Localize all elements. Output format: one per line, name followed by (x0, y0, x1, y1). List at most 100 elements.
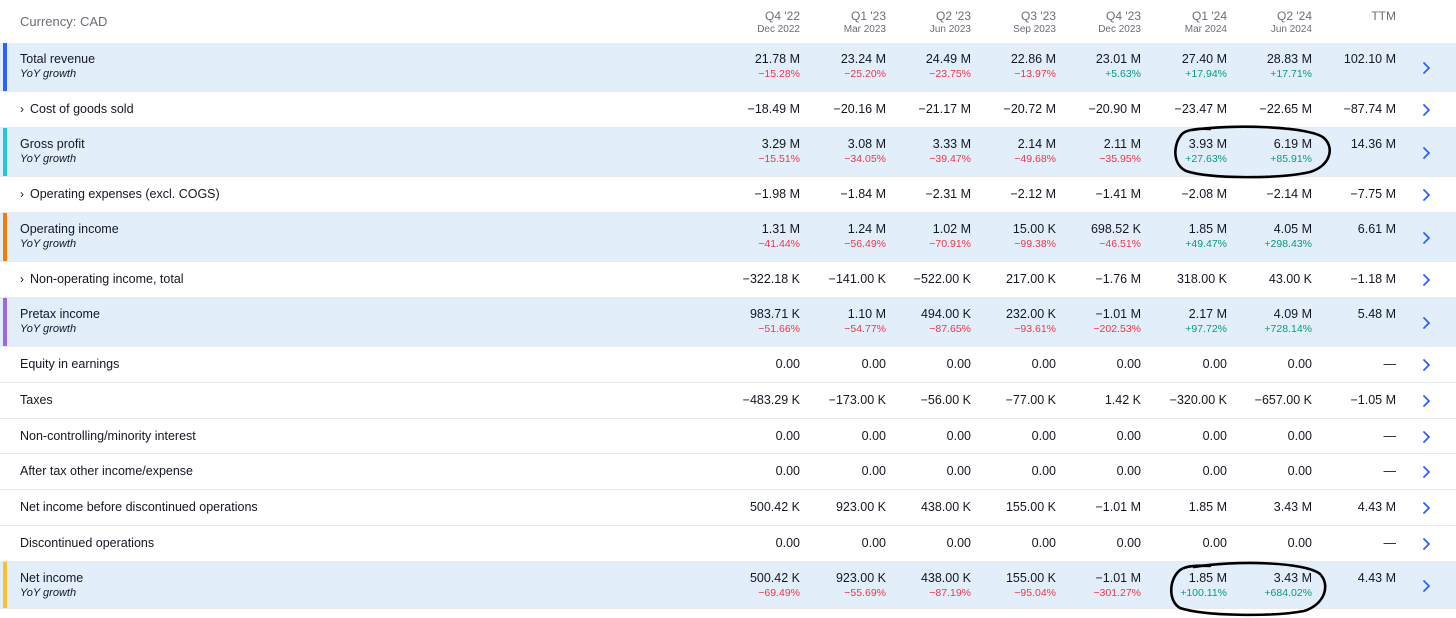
cell-value: 923.00 K (835, 500, 886, 514)
ttm-cell: — (1324, 357, 1397, 372)
cell-growth: −54.77% (844, 323, 886, 335)
cell-value: 4.05 M (1273, 222, 1312, 236)
value-cell: 0.00 (984, 464, 1056, 479)
table-row[interactable]: Gross profit YoY growth 3.29 M −15.51% 3.08 … (0, 128, 1456, 177)
cell-value: 43.00 K (1268, 272, 1312, 286)
chevron-right-icon[interactable] (1419, 231, 1433, 245)
value-cell: −18.49 M (728, 102, 800, 117)
row-accent-bar (3, 298, 7, 346)
cell-value: 0.00 (1031, 464, 1056, 478)
row-label: Taxes (20, 393, 53, 407)
value-cell: 1.02 M −70.91% (899, 222, 971, 251)
row-label[interactable]: › Non-operating income, total (20, 272, 184, 286)
cell-value: 0.00 (946, 428, 971, 443)
table-row[interactable]: After tax other income/expense 0.00 0.00 0.… (0, 454, 1456, 490)
chevron-right-icon[interactable] (1419, 188, 1433, 202)
expand-chevron-icon[interactable]: › (20, 102, 24, 116)
row-accent-bar (3, 213, 7, 261)
row-label: Equity in earnings (20, 357, 119, 371)
ttm-value: 102.10 M (1343, 52, 1396, 66)
value-cell: −1.84 M (814, 187, 886, 202)
column-header: Q2 '23 Jun 2023 (899, 9, 971, 36)
value-cell: 0.00 (1069, 536, 1141, 551)
cell-value: 1.85 M (1188, 222, 1227, 236)
table-row[interactable]: Total revenue YoY growth 21.78 M −15.28% 23.… (0, 43, 1456, 92)
ttm-cell: — (1324, 429, 1397, 444)
table-row[interactable]: › Non-operating income, total −322.18 K −14… (0, 262, 1456, 298)
column-header: Q4 '22 Dec 2022 (728, 9, 800, 36)
table-row[interactable]: › Operating expenses (excl. COGS) −1.98 M −… (0, 177, 1456, 213)
chevron-right-icon[interactable] (1419, 430, 1433, 444)
row-label: Operating income (20, 222, 119, 236)
chevron-right-icon[interactable] (1419, 394, 1433, 408)
table-row[interactable]: › Cost of goods sold −18.49 M −20.16 M −21.1… (0, 92, 1456, 128)
value-cell: 0.00 (1240, 429, 1312, 444)
row-label: Non-controlling/minority interest (20, 429, 196, 443)
cell-value: 28.83 M (1266, 52, 1312, 66)
currency-label: Currency: CAD (20, 14, 108, 29)
value-cell: 1.85 M +100.11% (1155, 571, 1227, 600)
cell-value: −141.00 K (828, 272, 886, 286)
chevron-right-icon[interactable] (1419, 61, 1433, 75)
expand-chevron-icon[interactable]: › (20, 187, 24, 201)
ttm-value: 14.36 M (1350, 137, 1396, 151)
value-cell: −1.01 M −202.53% (1069, 307, 1141, 336)
value-cell: 2.14 M −49.68% (984, 137, 1056, 166)
row-label[interactable]: › Operating expenses (excl. COGS) (20, 187, 220, 201)
value-cell: 0.00 (1155, 429, 1227, 444)
row-label: Net income (20, 571, 83, 585)
value-cell: 3.43 M (1240, 500, 1312, 515)
cell-value: 23.01 M (1095, 52, 1141, 66)
cell-value: 0.00 (775, 464, 800, 478)
row-accent-bar (3, 43, 7, 91)
table-row[interactable]: Net income before discontinued operation… (0, 490, 1456, 526)
expand-chevron-icon[interactable]: › (20, 272, 24, 286)
cell-growth: −55.69% (844, 587, 886, 599)
chevron-right-icon[interactable] (1419, 501, 1433, 515)
chevron-right-icon[interactable] (1419, 103, 1433, 117)
row-label-text: Taxes (20, 393, 53, 407)
chevron-right-icon[interactable] (1419, 316, 1433, 330)
table-row[interactable]: Non-controlling/minority interest 0.00 0.0… (0, 419, 1456, 454)
cell-value: 0.00 (1202, 536, 1227, 550)
value-cell: 3.43 M +684.02% (1240, 571, 1312, 600)
cell-value: −1.41 M (1095, 187, 1141, 201)
chevron-right-icon[interactable] (1419, 146, 1433, 160)
chevron-right-icon[interactable] (1419, 465, 1433, 479)
value-cell: 438.00 K (899, 500, 971, 515)
cell-growth: −70.91% (929, 238, 971, 250)
row-accent-bar (3, 562, 7, 608)
cell-value: −2.12 M (1010, 187, 1056, 201)
table-row[interactable]: Operating income YoY growth 1.31 M −41.44% 1… (0, 213, 1456, 262)
cell-growth: −23.75% (929, 68, 971, 80)
value-cell: −322.18 K (728, 272, 800, 287)
chevron-right-icon[interactable] (1419, 358, 1433, 372)
table-row[interactable]: Equity in earnings 0.00 0.00 0.00 0.00 0.00 0.… (0, 347, 1456, 383)
column-date: Jun 2024 (1270, 24, 1312, 35)
chevron-right-icon[interactable] (1419, 579, 1433, 593)
value-cell: −1.98 M (728, 187, 800, 202)
value-cell: −20.16 M (814, 102, 886, 117)
value-cell: 6.19 M +85.91% (1240, 137, 1312, 166)
value-cell: 2.17 M +97.72% (1155, 307, 1227, 336)
row-label[interactable]: › Cost of goods sold (20, 102, 134, 116)
row-sublabel: YoY growth (20, 587, 77, 599)
table-row[interactable]: Net income YoY growth 500.42 K −69.49% 923.0… (0, 562, 1456, 609)
table-row[interactable]: Discontinued operations 0.00 0.00 0.00 0.00 0… (0, 526, 1456, 562)
chevron-right-icon[interactable] (1419, 537, 1433, 551)
cell-value: 15.00 K (1012, 222, 1056, 236)
value-cell: 0.00 (899, 464, 971, 479)
cell-value: 494.00 K (920, 307, 971, 321)
column-date: Mar 2024 (1184, 24, 1227, 35)
cell-value: 0.00 (861, 464, 886, 478)
cell-growth: −39.47% (929, 153, 971, 165)
value-cell: −56.00 K (899, 393, 971, 408)
cell-value: −1.84 M (840, 187, 886, 201)
chevron-right-icon[interactable] (1419, 273, 1433, 287)
cell-value: 1.85 M (1188, 571, 1227, 585)
cell-growth: −56.49% (844, 238, 886, 250)
table-row[interactable]: Pretax income YoY growth 983.71 K −51.66% 1.… (0, 298, 1456, 347)
value-cell: 983.71 K −51.66% (728, 307, 800, 336)
table-row[interactable]: Taxes −483.29 K −173.00 K −56.00 K −77.00 K 1… (0, 383, 1456, 419)
row-label-text: Net income (20, 571, 84, 585)
